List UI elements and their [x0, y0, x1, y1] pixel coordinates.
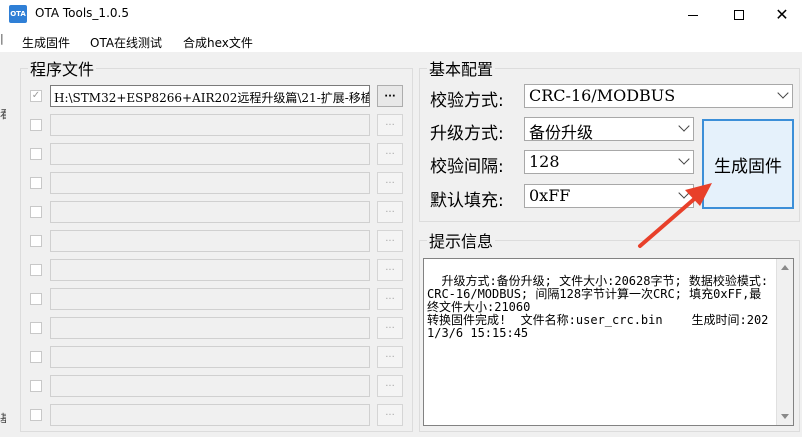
- browse-button[interactable]: ···: [377, 375, 403, 397]
- chevron-down-icon: [777, 87, 789, 99]
- file-path-input[interactable]: H:\STM32+ESP8266+AIR202远程升级篇\21-扩展-移植: [50, 85, 370, 107]
- scroll-down-icon[interactable]: [781, 414, 789, 419]
- file-checkbox[interactable]: [30, 264, 42, 276]
- upgrade-method-label: 升级方式:: [430, 124, 504, 144]
- menu-bar: 生成固件 OTA在线测试 合成hex文件: [0, 30, 802, 52]
- browse-button[interactable]: ···: [377, 114, 403, 136]
- info-text: 升级方式:备份升级; 文件大小:20628字节; 数据校验模式:CRC-16/M…: [427, 274, 769, 340]
- maximize-button[interactable]: [716, 0, 762, 30]
- browse-button[interactable]: ···: [377, 288, 403, 310]
- generate-firmware-button[interactable]: 生成固件: [702, 119, 794, 209]
- file-path-input[interactable]: [50, 404, 370, 426]
- file-checkbox[interactable]: [30, 351, 42, 363]
- file-checkbox[interactable]: [30, 119, 42, 131]
- browse-button[interactable]: ···: [377, 230, 403, 252]
- browse-button[interactable]: ···: [377, 85, 403, 107]
- menu-merge-hex[interactable]: 合成hex文件: [183, 34, 253, 51]
- file-checkbox[interactable]: [30, 177, 42, 189]
- minimize-button[interactable]: [670, 0, 716, 30]
- program-files-title: 程序文件: [28, 56, 97, 80]
- scroll-up-icon[interactable]: [781, 265, 789, 270]
- file-checkbox[interactable]: [30, 380, 42, 392]
- verify-interval-value: 128: [529, 152, 560, 171]
- browse-button[interactable]: ···: [377, 404, 403, 426]
- verify-interval-select[interactable]: 128: [524, 150, 694, 174]
- minimize-icon: [688, 14, 698, 16]
- verify-interval-label: 校验间隔:: [430, 157, 504, 177]
- basic-config-title: 基本配置: [427, 56, 496, 80]
- menu-ota-online-test[interactable]: OTA在线测试: [90, 34, 162, 51]
- file-path-input[interactable]: [50, 230, 370, 252]
- chevron-down-icon: [678, 153, 690, 165]
- chevron-down-icon: [678, 120, 690, 132]
- file-path-input[interactable]: [50, 317, 370, 339]
- default-fill-label: 默认填充:: [430, 191, 504, 211]
- file-path-input[interactable]: [50, 346, 370, 368]
- file-path-input[interactable]: [50, 288, 370, 310]
- verify-method-label: 校验方式:: [430, 91, 504, 111]
- browse-button[interactable]: ···: [377, 317, 403, 339]
- window-title: OTA Tools_1.0.5: [35, 6, 129, 20]
- app-icon: OTA: [9, 5, 27, 23]
- info-textbox[interactable]: 升级方式:备份升级; 文件大小:20628字节; 数据校验模式:CRC-16/M…: [423, 258, 794, 426]
- upgrade-method-select[interactable]: 备份升级: [524, 117, 694, 142]
- title-bar: OTA OTA Tools_1.0.5 ✕: [0, 0, 802, 30]
- edge-fragment-bottom: 基: [0, 412, 6, 425]
- browse-button[interactable]: ···: [377, 172, 403, 194]
- browse-button[interactable]: ···: [377, 201, 403, 223]
- maximize-icon: [734, 10, 744, 20]
- close-icon: ✕: [775, 5, 789, 24]
- menu-generate-firmware[interactable]: 生成固件: [22, 34, 70, 51]
- info-scrollbar[interactable]: [776, 259, 793, 425]
- file-path-input[interactable]: [50, 114, 370, 136]
- file-checkbox[interactable]: [30, 409, 42, 421]
- file-checkbox[interactable]: [30, 206, 42, 218]
- file-path-input[interactable]: [50, 201, 370, 223]
- file-checkbox[interactable]: [30, 148, 42, 160]
- default-fill-select[interactable]: 0xFF: [524, 184, 694, 208]
- chevron-down-icon: [678, 187, 690, 199]
- browse-button[interactable]: ···: [377, 259, 403, 281]
- file-path-input[interactable]: [50, 172, 370, 194]
- file-path-input[interactable]: [50, 259, 370, 281]
- file-checkbox[interactable]: [30, 293, 42, 305]
- browse-button[interactable]: ···: [377, 346, 403, 368]
- file-checkbox[interactable]: [30, 235, 42, 247]
- browse-button[interactable]: ···: [377, 143, 403, 165]
- file-path-input[interactable]: [50, 375, 370, 397]
- info-title: 提示信息: [427, 228, 496, 252]
- file-checkbox[interactable]: [30, 322, 42, 334]
- verify-method-select[interactable]: CRC-16/MODBUS: [524, 84, 793, 108]
- file-checkbox[interactable]: ✓: [30, 90, 42, 102]
- default-fill-value: 0xFF: [529, 186, 571, 205]
- upgrade-method-value: 备份升级: [529, 123, 594, 142]
- close-button[interactable]: ✕: [762, 0, 802, 30]
- edge-fragment-top: |: [0, 32, 4, 45]
- verify-method-value: CRC-16/MODBUS: [529, 86, 676, 105]
- file-path-input[interactable]: [50, 143, 370, 165]
- edge-fragment-mid: 看: [0, 108, 6, 121]
